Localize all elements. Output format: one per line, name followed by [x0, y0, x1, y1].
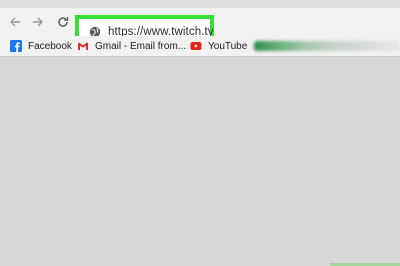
bookmark-facebook[interactable]: Facebook: [10, 39, 72, 53]
youtube-icon: [190, 42, 202, 50]
gmail-icon: [78, 42, 88, 50]
bookmark-gmail[interactable]: Gmail - Email from...: [77, 39, 186, 53]
tab-strip: [0, 0, 400, 8]
reload-button[interactable]: [56, 14, 70, 30]
reload-icon: [58, 17, 69, 27]
bookmarks-bar: Facebook Gmail - Email from... YouTube: [0, 36, 400, 57]
forward-button[interactable]: [31, 14, 45, 30]
arrow-left-icon: [10, 17, 20, 27]
page-content: [0, 57, 400, 266]
back-button[interactable]: [8, 14, 22, 30]
blurred-bookmarks: [254, 41, 400, 51]
bookmark-youtube[interactable]: YouTube: [190, 39, 247, 53]
bookmark-label: YouTube: [208, 40, 248, 52]
facebook-icon: [10, 40, 22, 52]
bookmark-label: Facebook: [28, 40, 72, 52]
browser-toolbar: https://www.twitch.tv: [0, 8, 400, 48]
arrow-right-icon: [33, 17, 43, 27]
bookmark-label: Gmail - Email from...: [95, 40, 187, 52]
